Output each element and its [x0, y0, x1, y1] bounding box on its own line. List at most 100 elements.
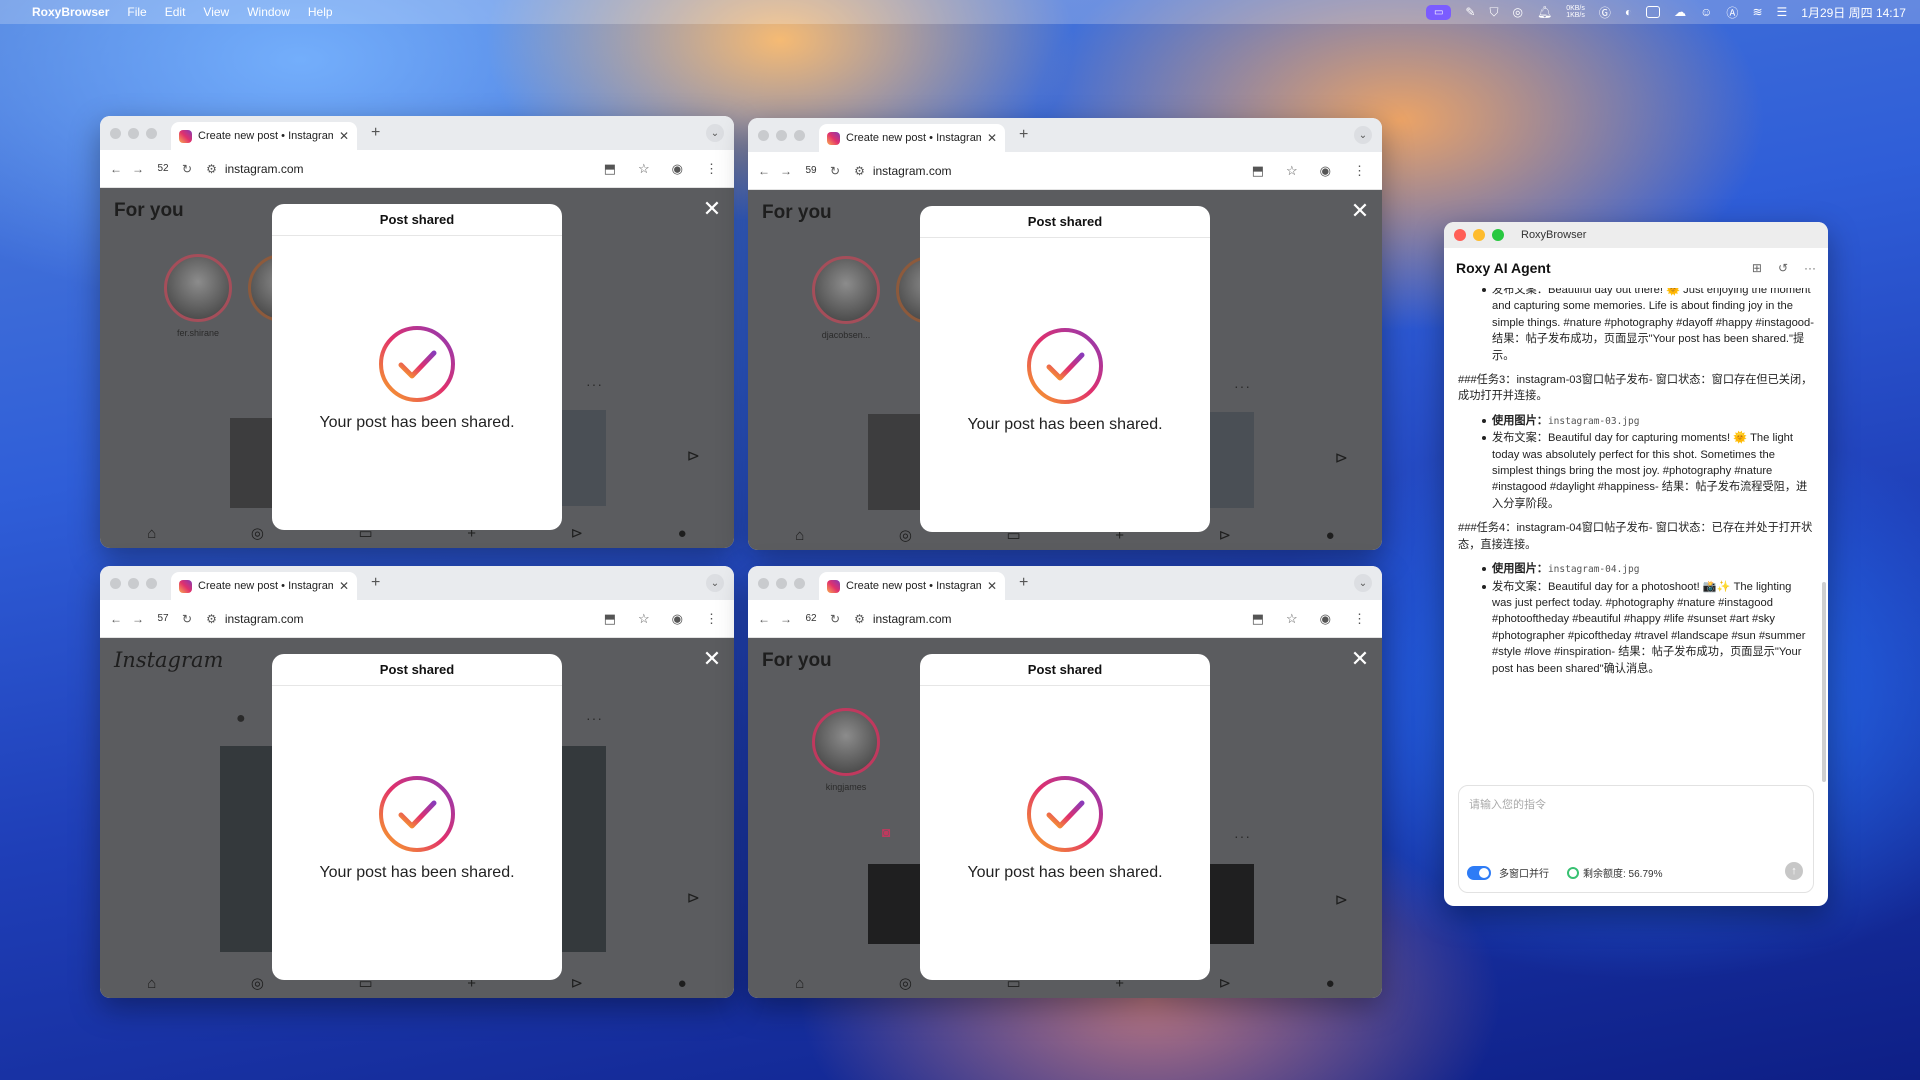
reload-icon[interactable]: ↻: [830, 164, 840, 178]
explore-icon[interactable]: ◎: [899, 974, 912, 992]
site-settings-icon[interactable]: ⚙: [854, 612, 865, 626]
forward-icon[interactable]: →: [132, 612, 144, 626]
home-icon[interactable]: ⌂: [795, 975, 804, 992]
profile-nav-icon[interactable]: ●: [678, 525, 687, 542]
bell-icon[interactable]: 🔔︎: [1537, 5, 1552, 19]
address-bar[interactable]: ⚙ instagram.com: [850, 612, 1242, 626]
address-bar[interactable]: ⚙ instagram.com: [202, 162, 594, 176]
send-message-icon[interactable]: ⊳: [687, 888, 700, 908]
tab-list-chevron-icon[interactable]: ⌄: [1354, 126, 1372, 144]
close-window-button[interactable]: [110, 127, 121, 139]
agent-close-button[interactable]: [1454, 229, 1466, 241]
clock[interactable]: 1月29日 周四 14:17: [1801, 4, 1906, 21]
bookmark-star-icon[interactable]: ☆: [638, 161, 650, 177]
close-overlay-icon[interactable]: ✕: [1348, 648, 1372, 672]
new-tab-icon[interactable]: +: [371, 574, 380, 592]
site-settings-icon[interactable]: ⚙: [854, 164, 865, 178]
bookmark-star-icon[interactable]: ☆: [1286, 611, 1298, 627]
g-app-icon[interactable]: Ⓖ: [1599, 4, 1611, 21]
pen-icon[interactable]: ✎: [1465, 5, 1475, 19]
post-more-icon[interactable]: ···: [586, 376, 603, 392]
site-settings-icon[interactable]: ⚙: [206, 612, 217, 626]
more-menu-icon[interactable]: ⋮: [1353, 611, 1366, 627]
user-avatar-icon[interactable]: ●: [236, 710, 246, 728]
minimize-window-button[interactable]: [128, 127, 139, 139]
story-avatar[interactable]: [812, 256, 880, 324]
browser-tab[interactable]: Create new post • Instagram ✕: [171, 122, 357, 150]
profile-nav-icon[interactable]: ●: [678, 975, 687, 992]
control-center-icon[interactable]: ☰: [1777, 5, 1788, 19]
more-menu-icon[interactable]: ⋮: [705, 611, 718, 627]
messages-icon[interactable]: ⊳: [571, 974, 584, 992]
back-icon[interactable]: ←: [110, 612, 122, 626]
browser-tab[interactable]: Create new post • Instagram ✕: [819, 572, 1005, 600]
screen-record-icon[interactable]: ▭: [1425, 4, 1452, 20]
user-icon[interactable]: ☺: [1700, 5, 1712, 19]
address-bar[interactable]: ⚙ instagram.com: [202, 612, 594, 626]
reload-icon[interactable]: ↻: [182, 162, 192, 176]
home-icon[interactable]: ⌂: [147, 975, 156, 992]
new-chat-icon[interactable]: ⊞: [1752, 261, 1762, 275]
zoom-window-button[interactable]: [146, 577, 157, 589]
history-icon[interactable]: ↺: [1778, 261, 1788, 275]
minimize-window-button[interactable]: [128, 577, 139, 589]
instagram-logo[interactable]: Instagram: [114, 648, 223, 672]
menu-edit[interactable]: Edit: [165, 5, 186, 19]
story-avatar[interactable]: [812, 708, 880, 776]
menu-window[interactable]: Window: [247, 5, 290, 19]
install-app-icon[interactable]: ⬒: [1252, 611, 1264, 627]
bookmark-star-icon[interactable]: ☆: [638, 611, 650, 627]
agent-zoom-button[interactable]: [1492, 229, 1504, 241]
back-icon[interactable]: ←: [758, 164, 770, 178]
story-avatar[interactable]: [164, 254, 232, 322]
command-input-placeholder[interactable]: 请输入您的指令: [1469, 796, 1546, 812]
home-icon[interactable]: ⌂: [147, 525, 156, 542]
close-overlay-icon[interactable]: ✕: [1348, 200, 1372, 224]
cloud-icon[interactable]: ☁: [1674, 5, 1686, 19]
explore-icon[interactable]: ◎: [899, 526, 912, 544]
send-message-icon[interactable]: ⊳: [1335, 448, 1348, 468]
tab-close-icon[interactable]: ✕: [339, 129, 349, 143]
display-icon[interactable]: [1646, 6, 1661, 18]
target-icon[interactable]: ◎: [1512, 5, 1522, 19]
profile-nav-icon[interactable]: ●: [1326, 975, 1335, 992]
close-overlay-icon[interactable]: ✕: [700, 648, 724, 672]
address-bar[interactable]: ⚙ instagram.com: [850, 164, 1242, 178]
agent-minimize-button[interactable]: [1473, 229, 1485, 241]
messages-icon[interactable]: ⊳: [1219, 526, 1232, 544]
messages-icon[interactable]: ⊳: [1219, 974, 1232, 992]
site-settings-icon[interactable]: ⚙: [206, 162, 217, 176]
menu-file[interactable]: File: [127, 5, 146, 19]
zoom-window-button[interactable]: [794, 129, 805, 141]
home-icon[interactable]: ⌂: [795, 527, 804, 544]
close-window-button[interactable]: [758, 577, 769, 589]
forward-icon[interactable]: →: [132, 162, 144, 176]
circle-app-icon[interactable]: ◐: [1625, 5, 1632, 19]
more-menu-icon[interactable]: ⋮: [705, 161, 718, 177]
close-overlay-icon[interactable]: ✕: [700, 198, 724, 222]
post-more-icon[interactable]: ···: [1234, 828, 1251, 844]
menu-app-name[interactable]: RoxyBrowser: [32, 5, 109, 19]
forward-icon[interactable]: →: [780, 612, 792, 626]
post-more-icon[interactable]: ···: [586, 710, 603, 726]
profile-icon[interactable]: ◉: [672, 611, 683, 627]
minimize-window-button[interactable]: [776, 129, 787, 141]
new-tab-icon[interactable]: +: [1019, 574, 1028, 592]
post-more-icon[interactable]: ···: [1234, 378, 1251, 394]
install-app-icon[interactable]: ⬒: [604, 161, 616, 177]
bookmark-star-icon[interactable]: ☆: [1286, 163, 1298, 179]
send-message-icon[interactable]: ⊳: [687, 446, 700, 466]
close-window-button[interactable]: [758, 129, 769, 141]
zoom-window-button[interactable]: [794, 577, 805, 589]
profile-icon[interactable]: ◉: [1320, 163, 1331, 179]
tab-list-chevron-icon[interactable]: ⌄: [706, 124, 724, 142]
install-app-icon[interactable]: ⬒: [604, 611, 616, 627]
menu-help[interactable]: Help: [308, 5, 333, 19]
zoom-window-button[interactable]: [146, 127, 157, 139]
reload-icon[interactable]: ↻: [830, 612, 840, 626]
back-icon[interactable]: ←: [110, 162, 122, 176]
multi-window-toggle[interactable]: [1467, 865, 1491, 880]
conversation-scrollbar[interactable]: [1822, 582, 1826, 782]
close-window-button[interactable]: [110, 577, 121, 589]
forward-icon[interactable]: →: [780, 164, 792, 178]
